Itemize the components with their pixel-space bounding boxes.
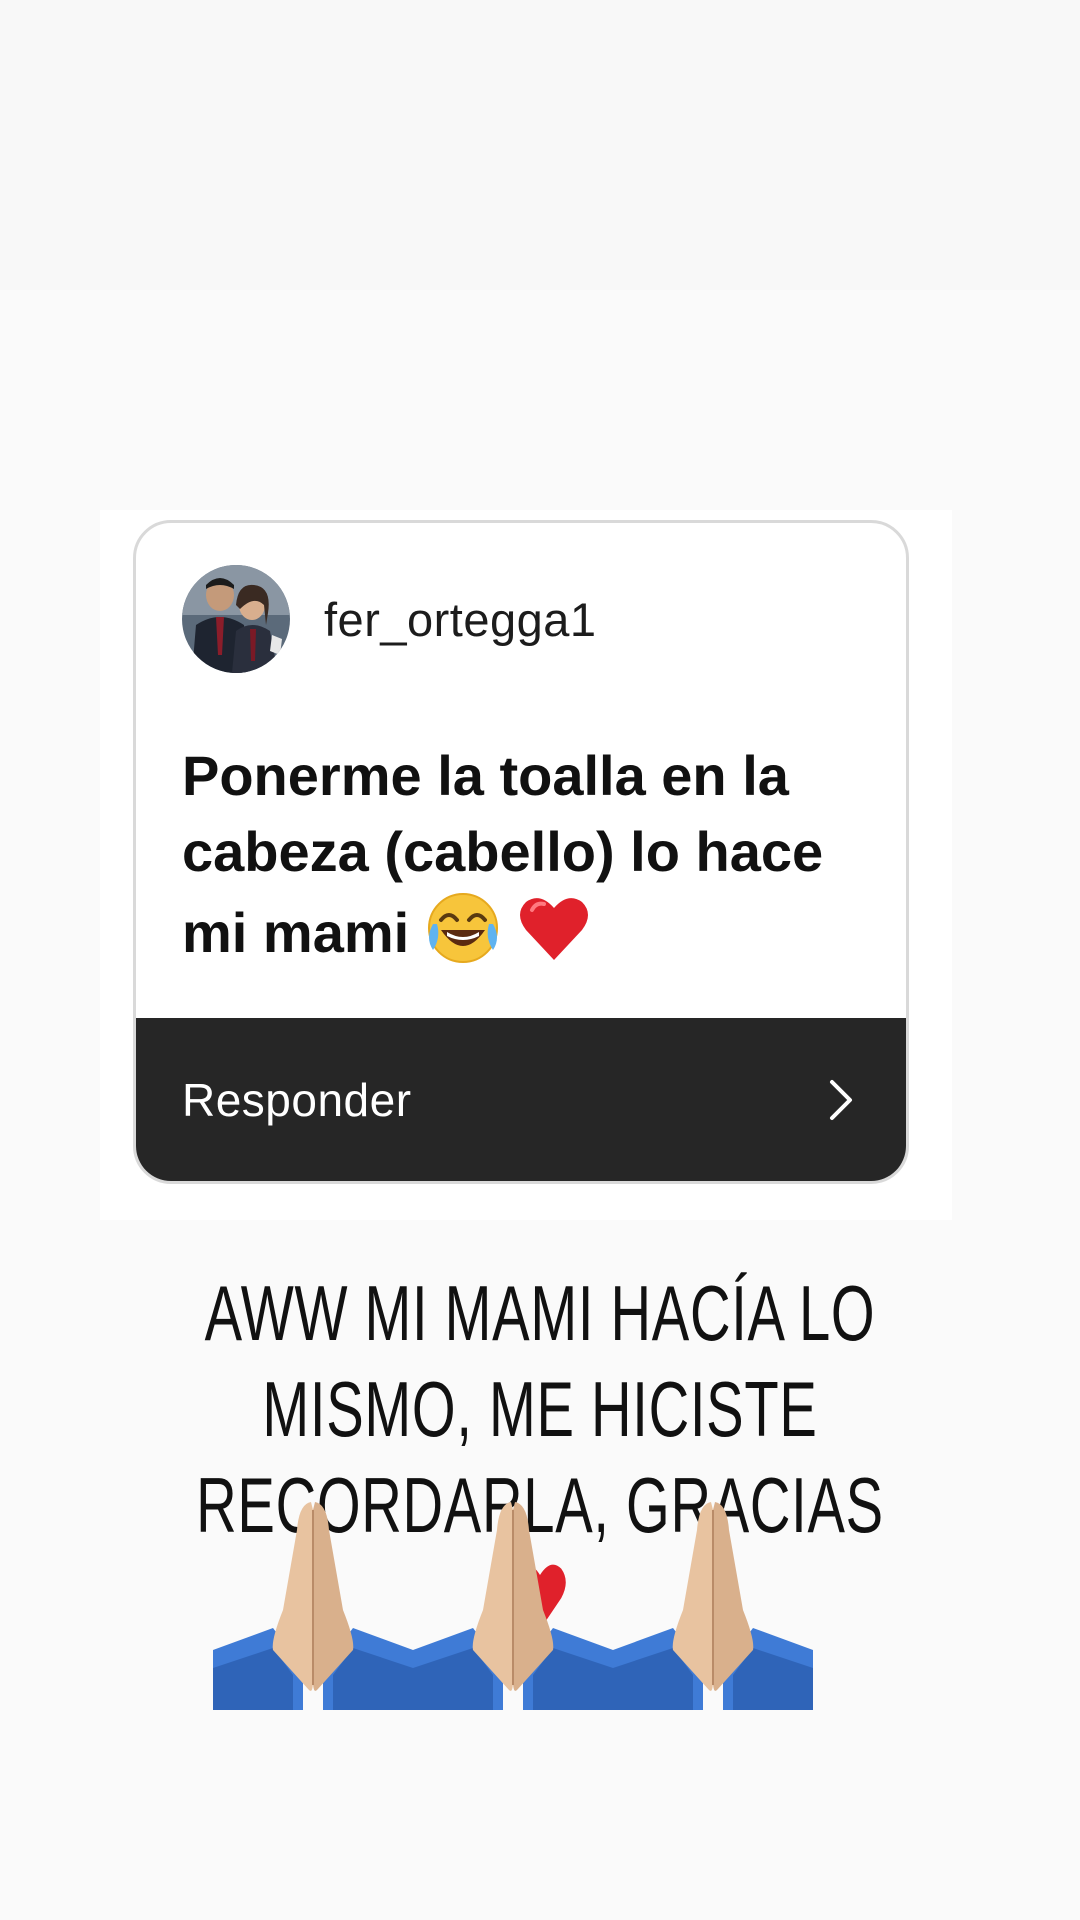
username[interactable]: fer_ortegga1 [324,592,597,647]
folded-hands-icon [613,1500,813,1710]
joy-face-icon [425,890,501,985]
reply-label[interactable]: Responder [182,1073,412,1127]
folded-hands-icon [213,1500,413,1710]
reply-bar[interactable]: Responder [136,1018,906,1181]
red-heart-icon [516,890,592,985]
question-text: Ponerme la toalla en la cabeza (cabello)… [182,738,882,985]
avatar[interactable] [182,565,290,673]
folded-hands-row [213,1500,813,1710]
folded-hands-icon [413,1500,613,1710]
chevron-right-icon[interactable] [828,1078,856,1122]
story-canvas: fer_ortegga1 Ponerme la toalla en la cab… [0,0,1080,1920]
question-sticker-card[interactable]: fer_ortegga1 Ponerme la toalla en la cab… [133,520,909,1184]
question-text-content: Ponerme la toalla en la cabeza (cabello)… [182,744,824,964]
top-band [0,0,1080,290]
avatar-photo [182,565,290,673]
question-header: fer_ortegga1 [182,563,597,675]
